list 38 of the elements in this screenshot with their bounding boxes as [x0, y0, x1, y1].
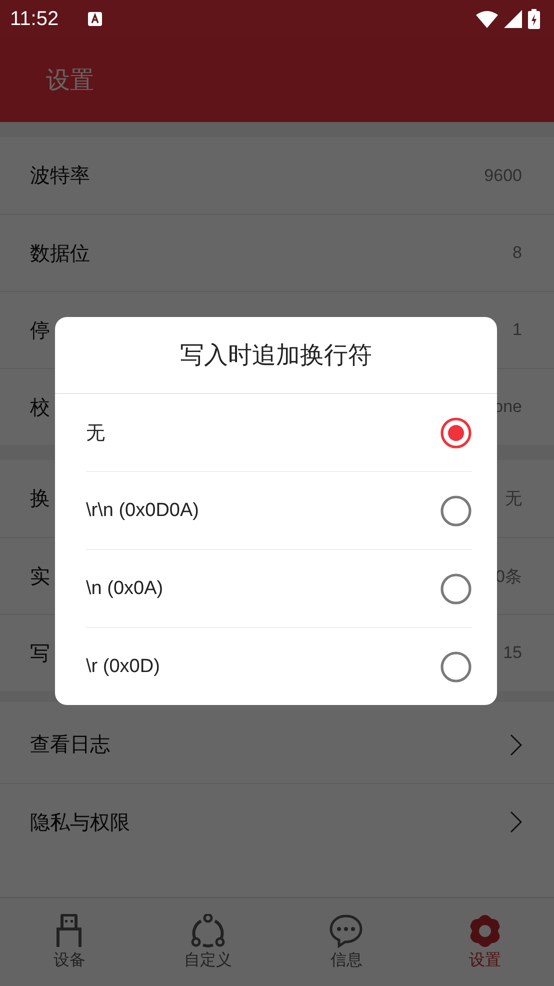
row-label: 停 [30, 318, 50, 344]
radio-button[interactable] [440, 572, 472, 604]
nav-tab[interactable]: 自定义 [138, 898, 277, 986]
radio-button[interactable] [440, 650, 472, 682]
clock: 11:52 [10, 8, 59, 30]
wifi-icon [476, 10, 498, 28]
settings-icon [468, 914, 502, 948]
radio-button[interactable] [440, 494, 472, 526]
row-label: 隐私与权限 [30, 810, 130, 836]
chevron-icon [510, 734, 522, 756]
option-row[interactable]: 无 [86, 394, 472, 471]
notification-icon [86, 11, 103, 27]
row-label: 写 [30, 642, 50, 666]
row-label: 查看日志 [30, 733, 110, 758]
radio-button[interactable] [440, 416, 472, 448]
row-label: 数据位 [30, 242, 90, 266]
battery-icon [528, 9, 540, 29]
settings-row[interactable]: 查看日志 [0, 706, 554, 783]
chevron-icon [510, 811, 522, 833]
option-row[interactable]: \n (0x0A) [86, 549, 472, 627]
settings-row[interactable]: 隐私与权限 [0, 783, 554, 860]
row-label: 波特率 [30, 164, 90, 189]
option-label: \r (0x0D) [86, 656, 160, 678]
option-label: \r\n (0x0D0A) [86, 500, 199, 522]
dialog-title: 写入时追加换行符 [55, 317, 497, 394]
option-row[interactable]: \r (0x0D) [86, 627, 472, 705]
signal-icon [504, 10, 522, 28]
nav-tab[interactable]: 设备 [0, 898, 138, 986]
option-label: 无 [86, 422, 105, 446]
page-title: 设置 [46, 66, 94, 96]
row-label: 实 [30, 564, 50, 590]
nav-tab[interactable]: 信息 [277, 898, 416, 986]
connected-circles-icon [190, 914, 225, 948]
option-label: \n (0x0A) [86, 578, 164, 600]
chat-bubble-icon [329, 914, 364, 948]
nav-tab[interactable]: 设置 [416, 898, 554, 986]
option-row[interactable]: \r\n (0x0D0A) [86, 471, 472, 549]
row-label: 校 [30, 396, 50, 420]
